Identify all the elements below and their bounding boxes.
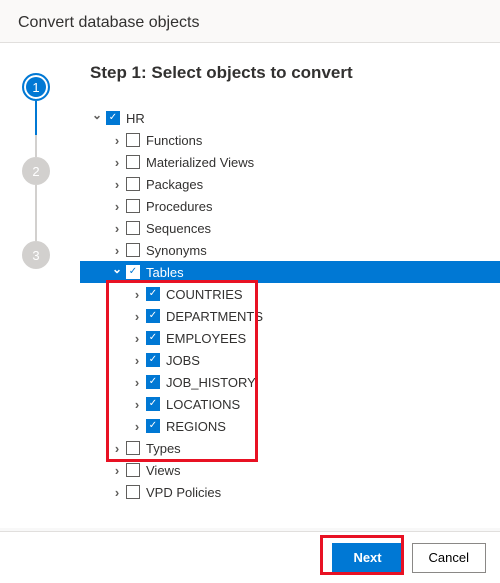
- object-tree[interactable]: HR Functions Materialized Views Packages Pr…: [80, 107, 500, 503]
- tree-leaf[interactable]: DEPARTMENTS: [80, 305, 500, 327]
- step-2-indicator: 2: [22, 157, 50, 185]
- checkbox[interactable]: [126, 133, 140, 147]
- chevron-right-icon[interactable]: [130, 397, 144, 411]
- tree-label: Tables: [146, 265, 184, 280]
- step-connector: [35, 101, 37, 135]
- dialog-title: Convert database objects: [18, 14, 199, 31]
- tree-label: VPD Policies: [146, 485, 221, 500]
- tree-node[interactable]: Synonyms: [80, 239, 500, 261]
- checkbox[interactable]: [126, 485, 140, 499]
- step-3-indicator: 3: [22, 241, 50, 269]
- tree-node[interactable]: Procedures: [80, 195, 500, 217]
- chevron-right-icon[interactable]: [130, 419, 144, 433]
- tree-leaf[interactable]: EMPLOYEES: [80, 327, 500, 349]
- tree-label: REGIONS: [166, 419, 226, 434]
- tree-label: Sequences: [146, 221, 211, 236]
- step-title: Step 1: Select objects to convert: [80, 63, 500, 83]
- chevron-right-icon[interactable]: [110, 155, 124, 169]
- tree-node[interactable]: Packages: [80, 173, 500, 195]
- tree-node[interactable]: VPD Policies: [80, 481, 500, 503]
- chevron-down-icon[interactable]: [90, 111, 104, 125]
- main-area: 1 2 3 Step 1: Select objects to convert …: [0, 43, 500, 528]
- checkbox[interactable]: [146, 397, 160, 411]
- checkbox[interactable]: [106, 111, 120, 125]
- checkbox[interactable]: [146, 419, 160, 433]
- checkbox[interactable]: [126, 243, 140, 257]
- dialog-header: Convert database objects: [0, 0, 500, 43]
- step-1-indicator: 1: [22, 73, 50, 101]
- tree-label: Packages: [146, 177, 203, 192]
- tree-leaf[interactable]: REGIONS: [80, 415, 500, 437]
- checkbox[interactable]: [126, 265, 140, 279]
- tree-label: Procedures: [146, 199, 212, 214]
- tree-label: JOB_HISTORY: [166, 375, 256, 390]
- chevron-right-icon[interactable]: [130, 309, 144, 323]
- tree-leaf[interactable]: JOB_HISTORY: [80, 371, 500, 393]
- chevron-right-icon[interactable]: [110, 463, 124, 477]
- chevron-right-icon[interactable]: [110, 441, 124, 455]
- tree-node[interactable]: Materialized Views: [80, 151, 500, 173]
- tree-node[interactable]: Sequences: [80, 217, 500, 239]
- chevron-right-icon[interactable]: [110, 133, 124, 147]
- tree-node[interactable]: Functions: [80, 129, 500, 151]
- checkbox[interactable]: [146, 331, 160, 345]
- checkbox[interactable]: [126, 177, 140, 191]
- step-connector: [35, 135, 37, 157]
- chevron-right-icon[interactable]: [130, 375, 144, 389]
- checkbox[interactable]: [126, 199, 140, 213]
- chevron-right-icon[interactable]: [110, 199, 124, 213]
- tree-leaf[interactable]: LOCATIONS: [80, 393, 500, 415]
- tree-label: DEPARTMENTS: [166, 309, 263, 324]
- chevron-right-icon[interactable]: [130, 287, 144, 301]
- tree-label: Types: [146, 441, 181, 456]
- tree-node[interactable]: Views: [80, 459, 500, 481]
- chevron-right-icon[interactable]: [110, 177, 124, 191]
- tree-label: Materialized Views: [146, 155, 254, 170]
- tree-leaf[interactable]: COUNTRIES: [80, 283, 500, 305]
- tree-label: Functions: [146, 133, 202, 148]
- tree-label: LOCATIONS: [166, 397, 240, 412]
- checkbox[interactable]: [126, 441, 140, 455]
- checkbox[interactable]: [146, 309, 160, 323]
- tree-label: Synonyms: [146, 243, 207, 258]
- tree-label: HR: [126, 111, 145, 126]
- wizard-stepper: 1 2 3: [0, 43, 70, 528]
- tree-root-hr[interactable]: HR: [80, 107, 500, 129]
- cancel-button[interactable]: Cancel: [412, 543, 486, 573]
- chevron-right-icon[interactable]: [110, 221, 124, 235]
- checkbox[interactable]: [126, 155, 140, 169]
- chevron-down-icon[interactable]: [110, 265, 124, 279]
- checkbox[interactable]: [126, 221, 140, 235]
- checkbox[interactable]: [146, 375, 160, 389]
- tree-label: EMPLOYEES: [166, 331, 246, 346]
- checkbox[interactable]: [146, 353, 160, 367]
- chevron-right-icon[interactable]: [130, 353, 144, 367]
- dialog-footer: Next Cancel: [0, 531, 500, 583]
- tree-label: JOBS: [166, 353, 200, 368]
- tree-leaf[interactable]: JOBS: [80, 349, 500, 371]
- tree-label: Views: [146, 463, 180, 478]
- next-button[interactable]: Next: [332, 543, 404, 573]
- checkbox[interactable]: [126, 463, 140, 477]
- chevron-right-icon[interactable]: [130, 331, 144, 345]
- step-connector: [35, 185, 37, 241]
- checkbox[interactable]: [146, 287, 160, 301]
- chevron-right-icon[interactable]: [110, 485, 124, 499]
- tree-node[interactable]: Types: [80, 437, 500, 459]
- tree-node-tables[interactable]: Tables: [80, 261, 500, 283]
- step-content: Step 1: Select objects to convert HR Fun…: [70, 43, 500, 528]
- chevron-right-icon[interactable]: [110, 243, 124, 257]
- tree-label: COUNTRIES: [166, 287, 243, 302]
